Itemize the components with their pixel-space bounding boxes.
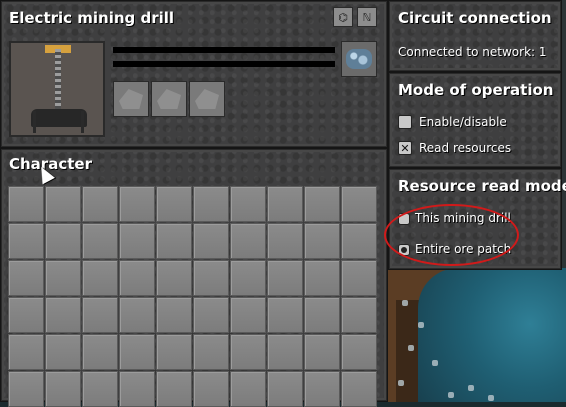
ore-rock [432, 360, 438, 366]
inventory-slot[interactable] [45, 186, 81, 222]
inventory-slot[interactable] [267, 223, 303, 259]
inventory-slot[interactable] [304, 186, 340, 222]
inventory-grid [8, 186, 377, 407]
progress-bar [113, 61, 335, 67]
inventory-slot[interactable] [156, 260, 192, 296]
inventory-slot[interactable] [304, 260, 340, 296]
iron-ore-icon [346, 49, 372, 69]
inventory-slot[interactable] [8, 334, 44, 370]
module-slot[interactable] [151, 81, 187, 117]
inventory-slot[interactable] [267, 297, 303, 333]
mode-title: Mode of operation [398, 81, 554, 99]
inventory-slot[interactable] [119, 186, 155, 222]
module-slot[interactable] [113, 81, 149, 117]
inventory-slot[interactable] [156, 334, 192, 370]
inventory-slot[interactable] [341, 260, 377, 296]
network-icon[interactable]: ⌬ [333, 7, 353, 27]
drill-leg [33, 111, 36, 133]
drill-leg [81, 111, 84, 133]
inventory-slot[interactable] [156, 223, 192, 259]
ore-rock [468, 385, 474, 391]
inventory-slot[interactable] [304, 223, 340, 259]
inventory-slot[interactable] [267, 260, 303, 296]
inventory-slot[interactable] [45, 334, 81, 370]
inventory-slot[interactable] [119, 260, 155, 296]
status-bar [113, 47, 335, 53]
drill-base [31, 109, 87, 127]
inventory-slot[interactable] [230, 186, 266, 222]
inventory-slot[interactable] [341, 334, 377, 370]
circuit-icon[interactable]: ℕ [357, 7, 377, 27]
entity-title: Electric mining drill [9, 9, 175, 27]
circuit-status: Connected to network: 1 [398, 45, 547, 59]
inventory-slot[interactable] [341, 186, 377, 222]
inventory-slot[interactable] [119, 334, 155, 370]
inventory-slot[interactable] [8, 260, 44, 296]
water-terrain [418, 268, 566, 402]
inventory-slot[interactable] [230, 223, 266, 259]
inventory-slot[interactable] [82, 260, 118, 296]
inventory-slot[interactable] [193, 297, 229, 333]
inventory-slot[interactable] [156, 297, 192, 333]
inventory-slot[interactable] [193, 260, 229, 296]
inventory-slot[interactable] [341, 297, 377, 333]
inventory-slot[interactable] [82, 223, 118, 259]
drill-mast [55, 49, 61, 115]
inventory-slot[interactable] [82, 297, 118, 333]
inventory-slot[interactable] [230, 334, 266, 370]
inventory-slot[interactable] [119, 223, 155, 259]
ore-rock [488, 395, 494, 401]
inventory-slot[interactable] [193, 186, 229, 222]
circuit-title: Circuit connection [398, 9, 552, 27]
inventory-slot[interactable] [119, 297, 155, 333]
inventory-slot[interactable] [8, 223, 44, 259]
ore-rock [448, 392, 454, 398]
output-slot[interactable] [341, 41, 377, 77]
inventory-slot[interactable] [267, 186, 303, 222]
inventory-slot[interactable] [267, 334, 303, 370]
inventory-slot[interactable] [156, 186, 192, 222]
ore-rock [408, 345, 414, 351]
inventory-slot[interactable] [193, 334, 229, 370]
ore-rock [398, 380, 404, 386]
inventory-slot[interactable] [8, 297, 44, 333]
read-mode-title: Resource read mode [398, 177, 566, 195]
module-slot[interactable] [189, 81, 225, 117]
entity-preview[interactable] [9, 41, 105, 137]
enable-disable-label[interactable]: Enable/disable [419, 115, 507, 129]
inventory-slot[interactable] [45, 297, 81, 333]
inventory-slot[interactable] [304, 334, 340, 370]
read-resources-label[interactable]: Read resources [419, 141, 511, 155]
inventory-slot[interactable] [341, 223, 377, 259]
inventory-slot[interactable] [193, 223, 229, 259]
inventory-slot[interactable] [45, 260, 81, 296]
inventory-slot[interactable] [8, 186, 44, 222]
inventory-slot[interactable] [82, 334, 118, 370]
ore-rock [418, 322, 424, 328]
enable-disable-checkbox[interactable] [398, 115, 412, 129]
inventory-slot[interactable] [45, 223, 81, 259]
character-panel: Character [0, 148, 388, 407]
mode-panel: Mode of operation Enable/disable ✕ Read … [388, 72, 562, 168]
module-slot-icon [157, 89, 181, 109]
ore-rock [402, 300, 408, 306]
highlight-ellipse [384, 204, 519, 266]
module-slot-icon [195, 89, 219, 109]
inventory-slot[interactable] [304, 297, 340, 333]
inventory-slot[interactable] [82, 186, 118, 222]
module-slot-icon [119, 89, 143, 109]
circuit-panel: Circuit connection Connected to network:… [388, 0, 562, 72]
inventory-slot[interactable] [230, 260, 266, 296]
inventory-slot[interactable] [230, 297, 266, 333]
entity-panel: Electric mining drill ⌬ ℕ [0, 0, 388, 148]
read-resources-checkbox[interactable]: ✕ [398, 141, 412, 155]
